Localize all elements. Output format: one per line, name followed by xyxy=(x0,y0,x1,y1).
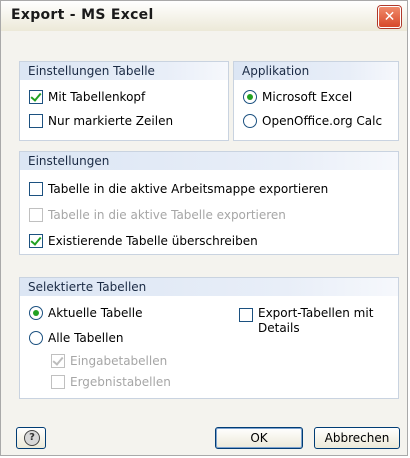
application-header: Applikation xyxy=(234,62,398,80)
cancel-button[interactable]: Abbrechen xyxy=(314,427,400,449)
settings-table-header: Einstellungen Tabelle xyxy=(20,62,228,80)
with-header-checkbox[interactable] xyxy=(29,90,43,104)
openoffice-label: OpenOffice.org Calc xyxy=(262,114,383,128)
overwrite-checkbox[interactable] xyxy=(29,234,43,248)
overwrite-label: Existierende Tabelle überschreiben xyxy=(48,234,258,248)
export-workbook-row[interactable]: Tabelle in die aktive Arbeitsmappe expor… xyxy=(29,182,328,196)
excel-label: Microsoft Excel xyxy=(262,90,353,104)
export-details-row[interactable]: Export-Tabellen mit Details xyxy=(239,306,373,336)
current-table-label: Aktuelle Tabelle xyxy=(48,306,143,320)
input-tables-label: Eingabetabellen xyxy=(70,354,168,368)
openoffice-radio-row[interactable]: OpenOffice.org Calc xyxy=(243,114,382,128)
application-group: Applikation Microsoft Excel OpenOffice.o… xyxy=(233,61,399,141)
result-tables-checkbox xyxy=(51,375,65,389)
export-active-table-label: Tabelle in die aktive Tabelle exportiere… xyxy=(48,208,286,222)
export-active-table-row: Tabelle in die aktive Tabelle exportiere… xyxy=(29,208,286,222)
excel-radio-row[interactable]: Microsoft Excel xyxy=(243,90,352,104)
export-active-table-checkbox xyxy=(29,208,43,222)
overwrite-row[interactable]: Existierende Tabelle überschreiben xyxy=(29,234,258,248)
current-table-row[interactable]: Aktuelle Tabelle xyxy=(29,306,142,320)
close-icon: ✕ xyxy=(383,9,396,25)
export-workbook-label: Tabelle in die aktive Arbeitsmappe expor… xyxy=(48,182,329,196)
selected-tables-header: Selektierte Tabellen xyxy=(20,278,398,296)
export-workbook-checkbox[interactable] xyxy=(29,182,43,196)
close-button[interactable]: ✕ xyxy=(378,6,401,28)
result-tables-row: Ergebnistabellen xyxy=(51,375,171,389)
help-button[interactable]: ? xyxy=(16,427,46,449)
title-bar[interactable]: Export - MS Excel ✕ xyxy=(1,1,407,31)
all-tables-label: Alle Tabellen xyxy=(48,331,124,345)
result-tables-label: Ergebnistabellen xyxy=(70,375,171,389)
window-title: Export - MS Excel xyxy=(11,7,154,23)
selected-rows-checkbox[interactable] xyxy=(29,114,43,128)
export-dialog: Export - MS Excel ✕ Einstellungen Tabell… xyxy=(0,0,408,456)
export-details-checkbox[interactable] xyxy=(239,308,253,322)
input-tables-row: Eingabetabellen xyxy=(51,354,167,368)
selected-tables-group: Selektierte Tabellen Aktuelle Tabelle Al… xyxy=(19,277,399,399)
settings-table-group: Einstellungen Tabelle Mit Tabellenkopf N… xyxy=(19,61,229,141)
export-details-label-line1: Export-Tabellen mit xyxy=(258,306,374,320)
all-tables-radio[interactable] xyxy=(29,331,43,345)
selected-rows-checkbox-row[interactable]: Nur markierte Zeilen xyxy=(29,114,173,128)
ok-button[interactable]: OK xyxy=(215,427,303,449)
current-table-radio[interactable] xyxy=(29,306,43,320)
with-header-checkbox-row[interactable]: Mit Tabellenkopf xyxy=(29,90,145,104)
export-details-label: Export-Tabellen mit Details xyxy=(258,306,373,336)
excel-radio[interactable] xyxy=(243,90,257,104)
all-tables-row[interactable]: Alle Tabellen xyxy=(29,331,123,345)
settings-header: Einstellungen xyxy=(20,152,398,170)
openoffice-radio[interactable] xyxy=(243,114,257,128)
selected-rows-label: Nur markierte Zeilen xyxy=(48,114,174,128)
input-tables-checkbox xyxy=(51,354,65,368)
with-header-label: Mit Tabellenkopf xyxy=(48,90,146,104)
settings-group: Einstellungen Tabelle in die aktive Arbe… xyxy=(19,151,399,255)
export-details-label-line2: Details xyxy=(258,321,300,335)
help-icon: ? xyxy=(24,430,40,446)
